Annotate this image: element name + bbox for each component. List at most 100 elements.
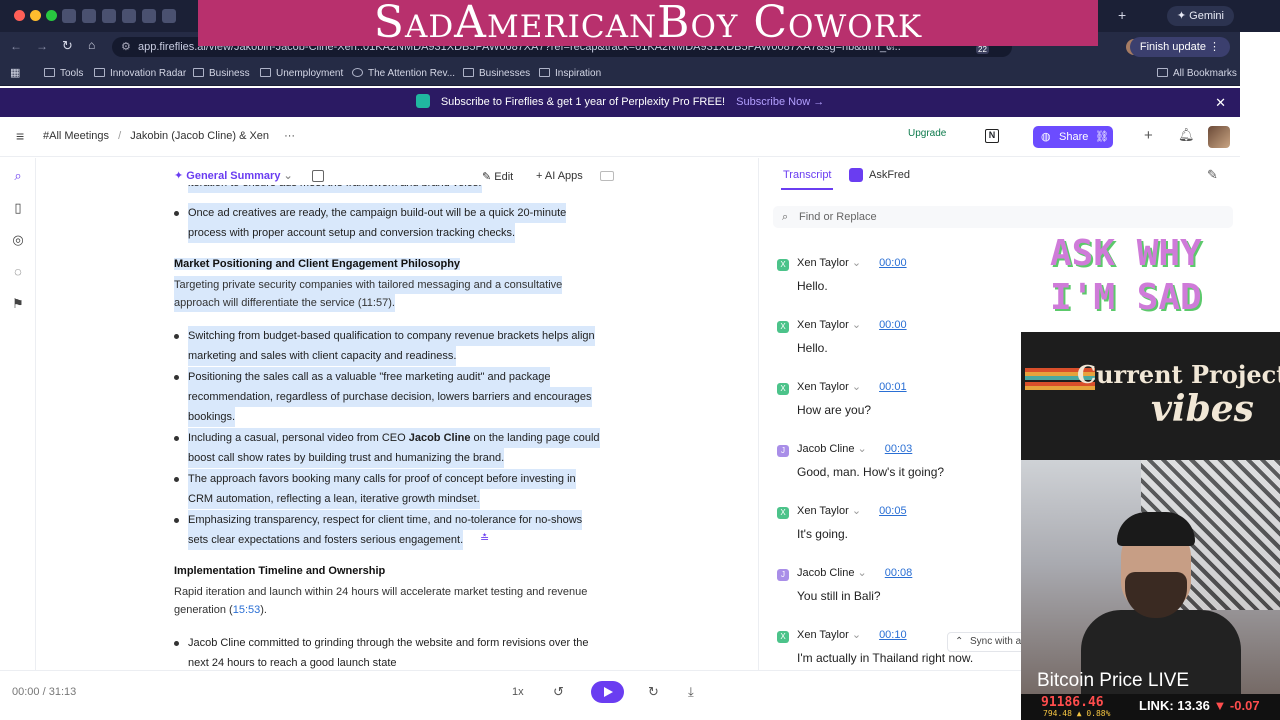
summary-bullet-line: Jacob Cline committed to grinding throug…: [188, 637, 589, 649]
general-summary-dropdown[interactable]: ✦ General Summary ⌄: [174, 169, 293, 182]
chevron-down-icon: ⌄: [854, 443, 867, 455]
apps-grid-icon[interactable]: ▦: [10, 66, 20, 79]
link-price: LINK: 13.36 ▼ -0.07: [1139, 698, 1260, 713]
play-button[interactable]: [591, 681, 624, 703]
forward-icon[interactable]: →: [36, 39, 48, 53]
folder-icon: [94, 68, 105, 77]
tab-favicon[interactable]: [62, 9, 76, 23]
plus-icon: +: [536, 170, 545, 182]
close-icon[interactable]: ✕: [1215, 88, 1226, 117]
speed-button[interactable]: 1x: [512, 686, 524, 698]
copy-icon[interactable]: [312, 170, 324, 182]
breadcrumb-meeting[interactable]: Jakobin (Jacob Cline) & Xen: [130, 130, 269, 142]
timestamp-link[interactable]: 00:03: [885, 443, 913, 455]
gemini-button[interactable]: ✦ Gemini: [1166, 6, 1234, 26]
notion-icon[interactable]: N: [985, 129, 999, 143]
transcript-speaker[interactable]: X Xen Taylor ⌄ 00:00: [777, 318, 907, 333]
new-tab-icon[interactable]: +: [1118, 7, 1126, 23]
summary-bullet-line: sets clear expectations and fosters seri…: [188, 530, 464, 550]
tab-askfred[interactable]: AskFred: [869, 169, 910, 181]
timestamp-link[interactable]: 00:05: [879, 505, 907, 517]
speaker-badge: J: [777, 569, 789, 581]
chevron-down-icon: ⌄: [848, 381, 862, 393]
bookmark-businesses[interactable]: Businesses: [463, 66, 530, 82]
add-to-list-icon[interactable]: ≛: [480, 532, 489, 545]
tab-favicon[interactable]: [122, 9, 136, 23]
promo-text: Subscribe to Fireflies & get 1 year of P…: [440, 96, 726, 108]
bullet-dot: [174, 518, 179, 523]
tab-favicon[interactable]: [162, 9, 176, 23]
perplexity-icon: [415, 94, 430, 108]
bookmark-inspiration[interactable]: Inspiration: [539, 66, 601, 82]
minimize-window-button[interactable]: [30, 10, 41, 21]
transcript-speaker[interactable]: X Xen Taylor ⌄ 00:10: [777, 628, 907, 643]
tab-favicon[interactable]: [82, 9, 96, 23]
transcript-speaker[interactable]: X Xen Taylor ⌄ 00:00: [777, 256, 907, 271]
transcript-speaker[interactable]: X Xen Taylor ⌄ 00:05: [777, 504, 907, 519]
find-replace-input[interactable]: ⌕ Find or Replace: [773, 206, 1233, 228]
menu-icon[interactable]: ≡: [16, 128, 24, 144]
transcript-text: It's going.: [797, 527, 848, 541]
forward-icon[interactable]: ↻: [648, 684, 659, 700]
edit-icon[interactable]: ✎: [1207, 167, 1218, 183]
bookmark-tools[interactable]: Tools: [44, 66, 83, 82]
rewind-icon[interactable]: ↺: [553, 684, 564, 700]
maximize-window-button[interactable]: [46, 10, 57, 21]
reload-icon[interactable]: ↻: [62, 38, 73, 54]
edit-button[interactable]: ✎ Edit: [482, 170, 513, 183]
all-bookmarks[interactable]: All Bookmarks: [1157, 66, 1237, 82]
timestamp-link[interactable]: 15:53: [233, 604, 261, 616]
bookmark-unemployment[interactable]: Unemployment: [260, 66, 343, 82]
tab-transcript[interactable]: Transcript: [783, 169, 832, 181]
breadcrumb: #All Meetings / Jakobin (Jacob Cline) & …: [43, 130, 296, 142]
more-options-icon[interactable]: ···: [284, 130, 295, 142]
speaker-mention[interactable]: Jacob Cline: [409, 432, 471, 444]
speaker-mention[interactable]: Jacob Cline: [188, 637, 245, 649]
add-icon[interactable]: +: [1144, 127, 1153, 144]
close-window-button[interactable]: [14, 10, 25, 21]
finish-update-button[interactable]: Finish update ⋮: [1129, 37, 1230, 57]
bell-icon[interactable]: 🔔︎: [1178, 127, 1195, 143]
upgrade-button[interactable]: Upgrade: [908, 128, 946, 139]
transcript-speaker[interactable]: J Jacob Cline ⌄ 00:03: [777, 442, 912, 457]
tab-favicon[interactable]: [102, 9, 116, 23]
timestamp-link[interactable]: 00:00: [879, 319, 907, 331]
summary-bullet-line: recommendation, regardless of purchase d…: [188, 387, 592, 407]
user-avatar[interactable]: [1208, 126, 1230, 148]
summary-text-line: iteration to ensure ads meet the framewo…: [188, 185, 482, 193]
timestamp-link[interactable]: 00:00: [879, 257, 907, 269]
folder-icon: [463, 68, 474, 77]
bookmark-icon[interactable]: ⚑: [11, 297, 25, 311]
site-info-icon[interactable]: ⚙: [121, 37, 131, 57]
link-icon[interactable]: ⛓: [1095, 126, 1109, 148]
back-icon[interactable]: ←: [10, 39, 22, 53]
video-toggle-icon[interactable]: [600, 171, 614, 181]
chevron-down-icon: ⌄: [848, 629, 862, 641]
transcript-speaker[interactable]: J Jacob Cline ⌄ 00:08: [777, 566, 912, 581]
breadcrumb-all-meetings[interactable]: #All Meetings: [43, 130, 109, 142]
ai-apps-button[interactable]: + AI Apps: [536, 170, 583, 182]
subscribe-link[interactable]: Subscribe Now →: [736, 96, 824, 108]
search-icon: ⌕: [782, 211, 789, 223]
bookmark-business[interactable]: Business: [193, 66, 250, 82]
chat-icon[interactable]: ◌: [11, 265, 25, 279]
summary-bullet-line: Once ad creatives are ready, the campaig…: [188, 203, 567, 223]
download-icon[interactable]: ⤓: [688, 684, 694, 700]
extensions-badge[interactable]: 22: [976, 45, 989, 54]
playback-time: 00:00 / 31:13: [12, 686, 77, 698]
search-icon[interactable]: ⌕: [11, 169, 25, 183]
bookmark-attention-rev[interactable]: The Attention Rev...: [352, 66, 455, 82]
transcript-speaker[interactable]: X Xen Taylor ⌄ 00:01: [777, 380, 907, 395]
summary-bullet-line: Emphasizing transparency, respect for cl…: [188, 510, 583, 530]
home-icon[interactable]: ⌂: [88, 38, 95, 52]
timestamp-link[interactable]: 00:08: [885, 567, 913, 579]
tab-favicon[interactable]: [142, 9, 156, 23]
timestamp-link[interactable]: 00:01: [879, 381, 907, 393]
share-button[interactable]: ◍ Share ⛓: [1033, 126, 1113, 148]
summary-bullet-line: bookings.: [188, 407, 236, 427]
book-icon[interactable]: ▯: [11, 201, 25, 215]
summary-bullet-line: marketing and sales with client capacity…: [188, 346, 457, 366]
bookmark-innovation-radar[interactable]: Innovation Radar: [94, 66, 186, 82]
timestamp-link[interactable]: 00:10: [879, 629, 907, 641]
target-icon[interactable]: ◎: [11, 233, 25, 247]
